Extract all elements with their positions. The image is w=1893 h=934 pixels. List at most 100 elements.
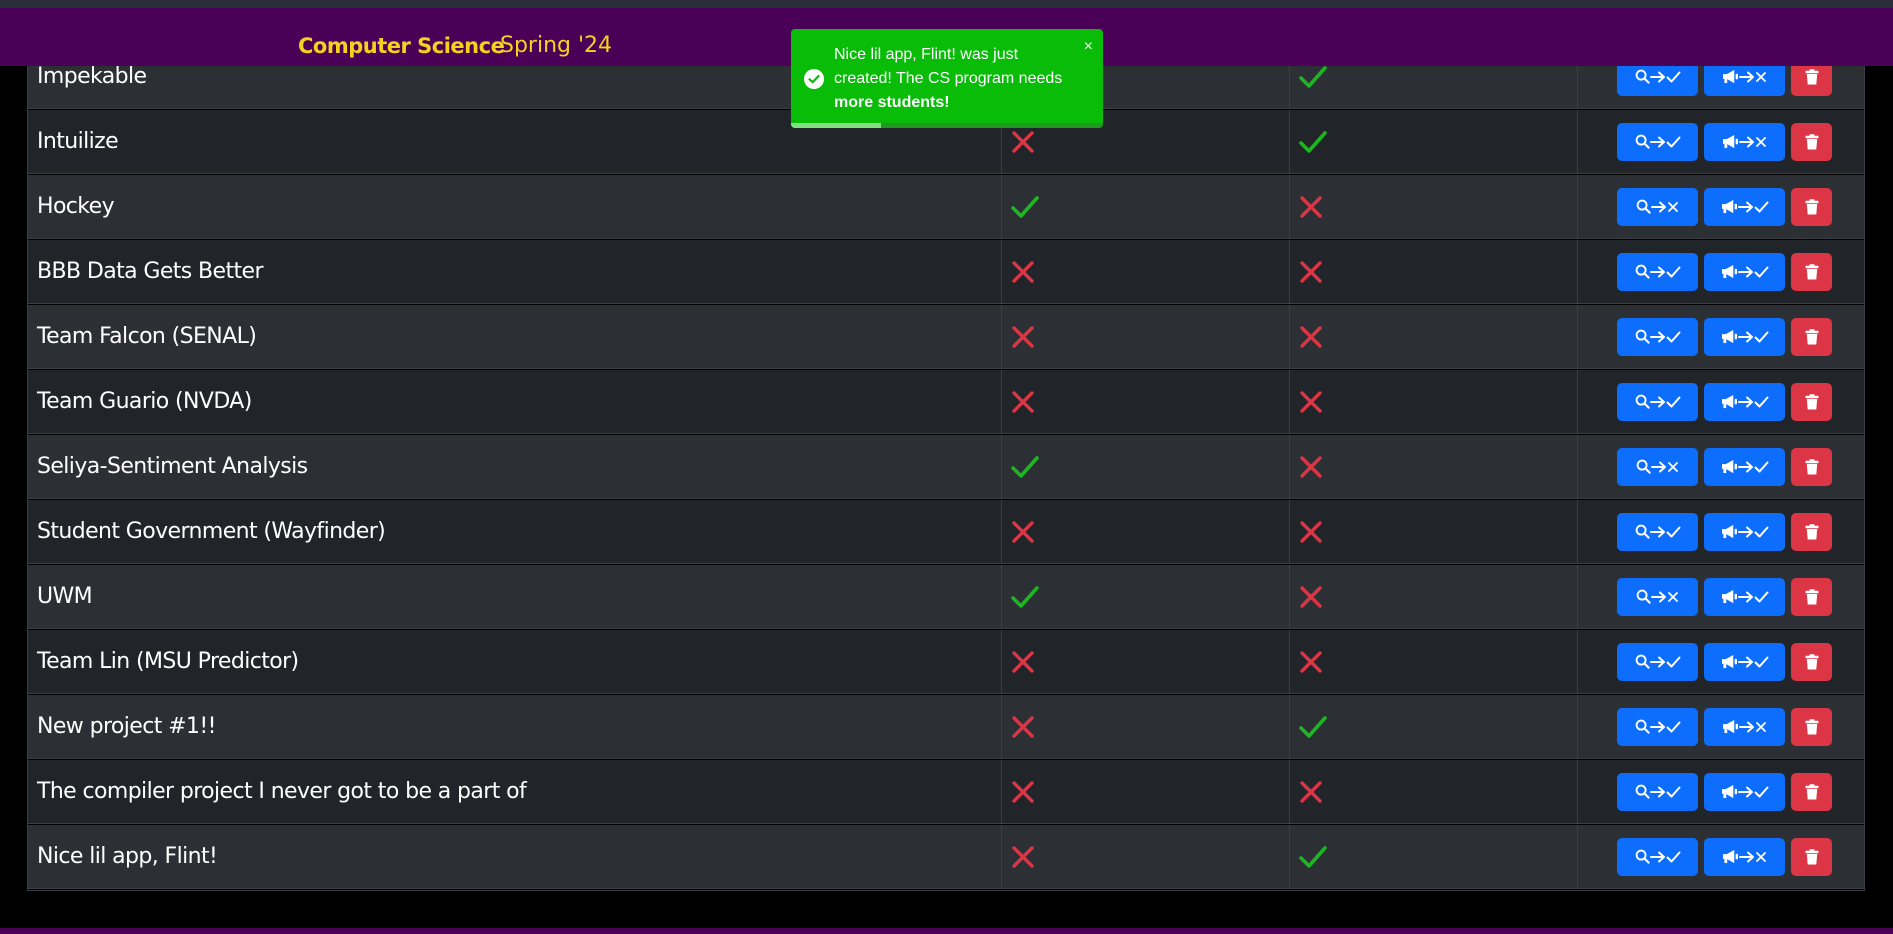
toggle-announce-button[interactable] xyxy=(1704,317,1785,356)
cross-icon xyxy=(1298,389,1324,415)
status-cell-b xyxy=(1290,500,1578,563)
delete-button[interactable] xyxy=(1791,382,1832,421)
search-icon xyxy=(1635,264,1650,279)
actions-cell xyxy=(1578,370,1864,433)
toggle-discoverable-button[interactable] xyxy=(1617,122,1698,161)
toggle-discoverable-button[interactable] xyxy=(1617,317,1698,356)
actions-cell xyxy=(1578,695,1864,758)
toast-message: Nice lil app, Flint! was just created! T… xyxy=(834,43,1074,115)
check-icon xyxy=(1666,266,1681,278)
check-icon xyxy=(1010,582,1040,612)
delete-button[interactable] xyxy=(1791,317,1832,356)
toggle-discoverable-button[interactable] xyxy=(1617,512,1698,551)
status-cell-a xyxy=(1002,630,1290,693)
toggle-announce-button[interactable] xyxy=(1704,122,1785,161)
status-cell-a xyxy=(1002,305,1290,368)
cross-icon xyxy=(1010,714,1036,740)
arrow-right-icon xyxy=(1651,461,1667,473)
toggle-discoverable-button[interactable] xyxy=(1617,772,1698,811)
toggle-discoverable-button[interactable] xyxy=(1617,252,1698,291)
project-name: New project #1!! xyxy=(28,695,1002,758)
search-icon xyxy=(1635,524,1650,539)
arrow-right-icon xyxy=(1737,201,1754,213)
search-icon xyxy=(1635,329,1650,344)
arrow-right-icon xyxy=(1649,396,1666,408)
search-icon xyxy=(1635,134,1650,149)
toggle-announce-button[interactable] xyxy=(1704,447,1785,486)
trash-icon xyxy=(1805,263,1819,280)
bottom-border xyxy=(0,928,1893,934)
megaphone-icon xyxy=(1721,264,1738,279)
trash-icon xyxy=(1805,458,1819,475)
toggle-announce-button[interactable] xyxy=(1704,772,1785,811)
actions-cell xyxy=(1578,500,1864,563)
toggle-discoverable-button[interactable] xyxy=(1617,577,1698,616)
status-cell-b xyxy=(1290,565,1578,628)
toggle-discoverable-button[interactable] xyxy=(1617,187,1698,226)
toggle-discoverable-button[interactable] xyxy=(1617,382,1698,421)
table-row: UWM xyxy=(28,565,1864,629)
check-icon xyxy=(1298,127,1328,157)
toggle-discoverable-button[interactable] xyxy=(1617,837,1698,876)
search-icon xyxy=(1635,654,1650,669)
status-cell-a xyxy=(1002,695,1290,758)
brand-title[interactable]: Computer Science xyxy=(298,34,505,58)
delete-button[interactable] xyxy=(1791,512,1832,551)
toggle-announce-button[interactable] xyxy=(1704,382,1785,421)
toggle-announce-button[interactable] xyxy=(1704,642,1785,681)
actions-cell xyxy=(1578,630,1864,693)
delete-button[interactable] xyxy=(1791,122,1832,161)
project-name: Student Government (Wayfinder) xyxy=(28,500,1002,563)
actions-cell xyxy=(1578,760,1864,823)
delete-button[interactable] xyxy=(1791,642,1832,681)
toggle-announce-button[interactable] xyxy=(1704,187,1785,226)
toggle-announce-button[interactable] xyxy=(1704,512,1785,551)
status-cell-b xyxy=(1290,435,1578,498)
check-icon xyxy=(1010,192,1040,222)
status-cell-b xyxy=(1290,175,1578,238)
toggle-announce-button[interactable] xyxy=(1704,707,1785,746)
delete-button[interactable] xyxy=(1791,252,1832,291)
toggle-discoverable-button[interactable] xyxy=(1617,642,1698,681)
search-icon xyxy=(1635,849,1650,864)
trash-icon xyxy=(1805,588,1819,605)
megaphone-icon xyxy=(1721,459,1738,474)
project-name: Seliya-Sentiment Analysis xyxy=(28,435,1002,498)
status-cell-a xyxy=(1002,825,1290,888)
check-icon xyxy=(1754,526,1769,538)
megaphone-icon xyxy=(1721,524,1738,539)
arrow-right-icon xyxy=(1737,396,1754,408)
check-icon xyxy=(1298,712,1328,742)
megaphone-icon xyxy=(1721,589,1738,604)
search-icon xyxy=(1636,199,1651,214)
actions-cell xyxy=(1578,825,1864,888)
arrow-right-icon xyxy=(1739,721,1755,733)
status-cell-b xyxy=(1290,695,1578,758)
check-icon xyxy=(1666,526,1681,538)
table-row: New project #1!! xyxy=(28,695,1864,759)
x-icon xyxy=(1667,461,1679,473)
actions-cell xyxy=(1578,435,1864,498)
delete-button[interactable] xyxy=(1791,707,1832,746)
check-icon xyxy=(1666,331,1681,343)
toggle-announce-button[interactable] xyxy=(1704,252,1785,291)
cross-icon xyxy=(1298,649,1324,675)
toggle-announce-button[interactable] xyxy=(1704,577,1785,616)
delete-button[interactable] xyxy=(1791,577,1832,616)
toggle-discoverable-button[interactable] xyxy=(1617,447,1698,486)
actions-cell xyxy=(1578,175,1864,238)
project-name: Team Lin (MSU Predictor) xyxy=(28,630,1002,693)
arrow-right-icon xyxy=(1651,591,1667,603)
close-icon[interactable]: × xyxy=(1084,38,1093,56)
megaphone-icon xyxy=(1722,134,1739,149)
arrow-right-icon xyxy=(1737,461,1754,473)
delete-button[interactable] xyxy=(1791,447,1832,486)
arrow-right-icon xyxy=(1739,136,1755,148)
arrow-right-icon xyxy=(1649,851,1666,863)
toggle-announce-button[interactable] xyxy=(1704,837,1785,876)
delete-button[interactable] xyxy=(1791,187,1832,226)
toggle-discoverable-button[interactable] xyxy=(1617,707,1698,746)
delete-button[interactable] xyxy=(1791,772,1832,811)
delete-button[interactable] xyxy=(1791,837,1832,876)
status-cell-a xyxy=(1002,175,1290,238)
